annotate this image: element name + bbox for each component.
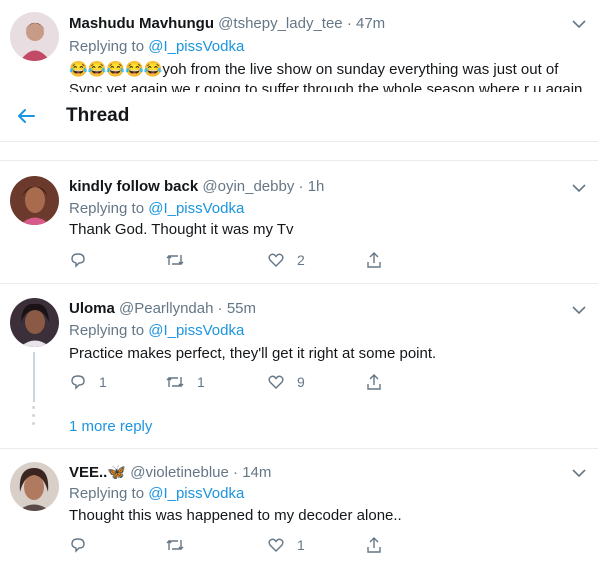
timestamp[interactable]: 1h xyxy=(308,178,325,195)
chevron-down-icon[interactable] xyxy=(572,468,586,478)
tweet-text: 😂😂😂😂😂yoh from the live show on sunday ev… xyxy=(69,60,558,78)
page-title: Thread xyxy=(66,105,130,126)
share-button[interactable] xyxy=(365,372,383,392)
like-button[interactable]: 2 xyxy=(267,250,305,270)
timestamp[interactable]: 14m xyxy=(242,464,271,481)
display-name[interactable]: kindly follow back xyxy=(69,178,198,195)
reply-to-link[interactable]: @I_pissVodka xyxy=(148,322,244,339)
replying-to-label: Replying to xyxy=(69,38,145,55)
like-button[interactable]: 9 xyxy=(267,372,305,392)
replying-to-label: Replying to xyxy=(69,485,145,502)
like-count: 1 xyxy=(297,537,305,553)
handle[interactable]: @Pearllyndah xyxy=(119,300,213,317)
heart-icon xyxy=(268,253,284,267)
more-replies-link[interactable]: 1 more reply xyxy=(69,418,152,435)
replying-to: Replying to @I_pissVodka xyxy=(69,38,244,55)
thread-header: Thread xyxy=(0,92,598,142)
share-icon xyxy=(367,537,381,553)
like-count: 9 xyxy=(297,374,305,390)
tweet-vee[interactable]: VEE..🦋 @violetineblue · 14m Replying to … xyxy=(0,449,598,564)
share-button[interactable] xyxy=(365,535,383,555)
display-name[interactable]: Uloma xyxy=(69,300,115,317)
tweet-actions: 1 1 9 xyxy=(69,372,389,392)
reply-to-link[interactable]: @I_pissVodka xyxy=(148,38,244,55)
retweet-count: 1 xyxy=(197,374,205,390)
tweet-text: Thank God. Thought it was my Tv xyxy=(69,221,294,238)
reply-icon xyxy=(71,538,85,553)
reply-icon xyxy=(71,375,85,390)
tweet-uloma[interactable]: Uloma @Pearllyndah · 55m Replying to @I_… xyxy=(0,284,598,449)
tweet-header: Mashudu Mavhungu @tshepy_lady_tee · 47m xyxy=(69,15,385,32)
retweet-button[interactable] xyxy=(165,535,197,555)
replying-to-label: Replying to xyxy=(69,200,145,217)
reply-button[interactable] xyxy=(69,535,99,555)
tweet-actions: 2 xyxy=(69,250,389,270)
heart-icon xyxy=(268,375,284,389)
tweet-emoji: 😂😂😂😂😂 xyxy=(69,61,163,78)
butterfly-emoji: 🦋 xyxy=(107,464,127,481)
reply-icon xyxy=(71,253,85,268)
like-count: 2 xyxy=(297,252,305,268)
replying-to: Replying to @I_pissVodka xyxy=(69,200,244,217)
like-button[interactable]: 1 xyxy=(267,535,305,555)
avatar[interactable] xyxy=(10,462,59,511)
tweet-text: Practice makes perfect, they'll get it r… xyxy=(69,345,437,362)
dot-separator: · xyxy=(233,464,239,481)
retweet-icon xyxy=(166,255,184,265)
retweet-icon xyxy=(166,540,184,550)
tweet-header: kindly follow back @oyin_debby · 1h xyxy=(69,178,324,195)
thread-dots xyxy=(32,406,36,430)
timestamp[interactable]: 55m xyxy=(227,300,256,317)
handle[interactable]: @oyin_debby xyxy=(202,178,294,195)
reply-to-link[interactable]: @I_pissVodka xyxy=(148,200,244,217)
dot-separator: · xyxy=(217,300,223,317)
arrow-left-icon[interactable] xyxy=(14,104,38,128)
handle[interactable]: @tshepy_lady_tee xyxy=(218,15,342,32)
reply-count: 1 xyxy=(99,374,107,390)
avatar[interactable] xyxy=(10,298,59,347)
chevron-down-icon[interactable] xyxy=(572,305,586,315)
tweet-text: Thought this was happened to my decoder … xyxy=(69,507,402,524)
reply-to-link[interactable]: @I_pissVodka xyxy=(148,485,244,502)
heart-icon xyxy=(268,538,284,552)
retweet-button[interactable]: 1 xyxy=(165,372,205,392)
tweet-text-line-1: yoh from the live show on sunday everyth… xyxy=(162,61,559,78)
replying-to-label: Replying to xyxy=(69,322,145,339)
tweet-actions: 1 xyxy=(69,535,389,555)
chevron-down-icon[interactable] xyxy=(572,183,586,193)
thread-connector xyxy=(33,352,35,402)
avatar[interactable] xyxy=(10,12,59,61)
display-name[interactable]: VEE.. xyxy=(69,464,107,481)
tweet-header: Uloma @Pearllyndah · 55m xyxy=(69,300,256,317)
dot-separator: · xyxy=(298,178,304,195)
retweet-icon xyxy=(166,377,184,387)
share-icon xyxy=(367,374,381,390)
handle[interactable]: @violetineblue xyxy=(130,464,229,481)
reply-button[interactable]: 1 xyxy=(69,372,107,392)
display-name[interactable]: Mashudu Mavhungu xyxy=(69,15,214,32)
chevron-down-icon[interactable] xyxy=(572,19,586,29)
replying-to: Replying to @I_pissVodka xyxy=(69,322,244,339)
avatar[interactable] xyxy=(10,176,59,225)
dot-separator: · xyxy=(346,15,352,32)
timestamp[interactable]: 47m xyxy=(356,15,385,32)
reply-button[interactable] xyxy=(69,250,99,270)
share-icon xyxy=(367,252,381,268)
share-button[interactable] xyxy=(365,250,383,270)
tweet-header: VEE..🦋 @violetineblue · 14m xyxy=(69,463,271,481)
tweet-kindly[interactable]: kindly follow back @oyin_debby · 1h Repl… xyxy=(0,162,598,284)
replying-to: Replying to @I_pissVodka xyxy=(69,485,244,502)
retweet-button[interactable] xyxy=(165,250,197,270)
